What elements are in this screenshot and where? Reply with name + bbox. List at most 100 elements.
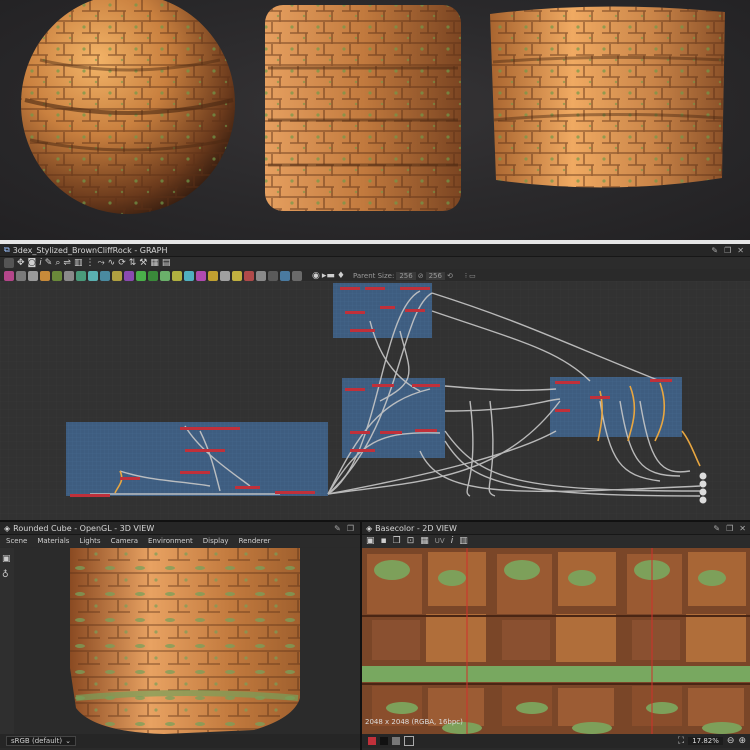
view2d-canvas[interactable]	[362, 548, 750, 734]
view2d-panel: ◈ Basecolor - 2D VIEW ✎ ❐ ✕ ▣ ▪ ❐ ⊡ ▦ UV…	[360, 520, 750, 750]
move-icon[interactable]: ✥	[17, 258, 25, 268]
cube-preview-1	[265, 5, 461, 211]
node-comment-icon[interactable]	[256, 270, 266, 281]
view3d-titlebar: ◈ Rounded Cube - OpenGL - 3D VIEW ✎ ❐	[0, 522, 360, 535]
node-transform-icon[interactable]	[100, 270, 110, 281]
view3d-float-icon[interactable]: ❐	[347, 524, 354, 533]
view3d-menubar: Scene Materials Lights Camera Environmen…	[0, 535, 360, 547]
tile-icon[interactable]: ▦	[420, 536, 429, 546]
output-icon[interactable]: ▭	[469, 272, 476, 280]
info-2d-icon[interactable]: i	[451, 536, 454, 546]
menu-environment[interactable]: Environment	[148, 537, 193, 545]
node-normal-icon[interactable]	[136, 270, 146, 281]
mic-icon[interactable]: ♦	[337, 271, 345, 281]
node-bitmap-icon[interactable]	[220, 270, 230, 281]
save-icon[interactable]: ▪	[381, 536, 387, 546]
layers-icon[interactable]	[368, 737, 376, 745]
comment-icon[interactable]: ✎	[45, 258, 53, 268]
view3d-viewport[interactable]	[14, 548, 360, 736]
colorspace-select[interactable]: sRGB (default) ⌄	[6, 736, 76, 746]
view2d-pin-icon[interactable]: ✎	[713, 524, 720, 533]
node-grayscale-icon[interactable]	[124, 270, 134, 281]
slider-icon[interactable]: ▸▬	[322, 271, 335, 281]
node-blur-icon[interactable]	[76, 270, 86, 281]
bg-gray-icon[interactable]	[392, 737, 400, 745]
rock-preview-svg	[21, 0, 725, 214]
view3d-title: Rounded Cube - OpenGL - 3D VIEW	[13, 523, 155, 533]
node-output-icon[interactable]	[244, 270, 254, 281]
zoom-in-icon[interactable]: ⊕	[738, 736, 746, 746]
menu-lights[interactable]: Lights	[79, 537, 100, 545]
node-shuffle-icon[interactable]	[148, 270, 158, 281]
view2d-titlebar: ◈ Basecolor - 2D VIEW ✎ ❐ ✕	[362, 522, 750, 535]
node-gradient-icon[interactable]	[112, 270, 122, 281]
node-frame-icon[interactable]	[268, 270, 278, 281]
node-pixel-processor-icon[interactable]	[184, 270, 194, 281]
node-curve-icon[interactable]	[40, 270, 50, 281]
parent-size-height[interactable]: 256	[425, 271, 445, 280]
frame-view-icon[interactable]: ▣	[366, 536, 375, 546]
bg-black-icon[interactable]	[380, 737, 388, 745]
info-icon[interactable]: i	[39, 258, 42, 268]
view3d-statusbar: sRGB (default) ⌄	[0, 734, 360, 748]
node-pin-icon[interactable]	[280, 270, 290, 281]
seed-icon[interactable]: ⁝	[465, 272, 467, 280]
chart-icon[interactable]: ▤	[162, 258, 171, 268]
distribute-icon[interactable]: ⋮	[85, 258, 94, 268]
tools-icon[interactable]: ⚒	[139, 258, 147, 268]
node-fxmap-icon[interactable]	[172, 270, 182, 281]
view2d-close-icon[interactable]: ✕	[739, 524, 746, 533]
display-icon[interactable]	[404, 736, 414, 746]
light-bulb-icon[interactable]: ♁	[2, 570, 12, 580]
sort-icon[interactable]: ⇅	[129, 258, 137, 268]
search-icon[interactable]: ⌕	[55, 258, 60, 268]
histogram-icon[interactable]: ▥	[459, 536, 468, 546]
pin-icon[interactable]: ✎	[711, 246, 718, 255]
menu-renderer[interactable]: Renderer	[239, 537, 271, 545]
graph-frame-right[interactable]	[550, 377, 682, 437]
node-input-icon[interactable]	[232, 270, 242, 281]
float-icon[interactable]: ❐	[724, 246, 731, 255]
zoom-level[interactable]: 17.82%	[688, 737, 723, 745]
node-svg-icon[interactable]	[196, 270, 206, 281]
menu-materials[interactable]: Materials	[37, 537, 69, 545]
node-text-icon[interactable]	[208, 270, 218, 281]
node-dot-icon[interactable]	[292, 270, 302, 281]
node-hsl-icon[interactable]	[52, 270, 62, 281]
connect-icon[interactable]: ⤳	[97, 258, 104, 268]
refresh-icon[interactable]: ⟳	[118, 258, 126, 268]
close-icon[interactable]: ✕	[737, 246, 744, 255]
menu-camera[interactable]: Camera	[111, 537, 138, 545]
parent-size-width[interactable]: 256	[396, 271, 416, 280]
node-warp-icon[interactable]	[88, 270, 98, 281]
reset-icon[interactable]: ⟲	[447, 272, 453, 280]
node-emboss-icon[interactable]	[64, 270, 74, 281]
menu-display[interactable]: Display	[203, 537, 229, 545]
node-uniform-icon[interactable]	[4, 270, 14, 281]
camera-icon[interactable]: ◙	[28, 258, 37, 268]
node-blend-icon[interactable]	[16, 270, 26, 281]
node-levels-icon[interactable]	[28, 270, 38, 281]
graph-canvas[interactable]	[0, 281, 750, 520]
view3d-pin-icon[interactable]: ✎	[334, 524, 341, 533]
menu-scene[interactable]: Scene	[6, 537, 27, 545]
curve-icon[interactable]: ∿	[108, 258, 116, 268]
material-preview-renders	[0, 0, 750, 240]
view2d-statusbar: ⛶ 17.82% ⊖ ⊕	[362, 734, 750, 748]
link-icon[interactable]: ⇌	[63, 258, 71, 268]
graph-frame-left[interactable]	[66, 422, 328, 496]
eye-icon[interactable]: ◉	[312, 271, 320, 281]
frame-icon[interactable]	[4, 258, 14, 268]
fit-icon[interactable]: ⊡	[407, 536, 415, 546]
node-sharpen-icon[interactable]	[160, 270, 170, 281]
align-icon[interactable]: ▥	[74, 258, 83, 268]
view2d-toolbar: ▣ ▪ ❐ ⊡ ▦ UV i ▥	[362, 535, 750, 547]
copy-icon[interactable]: ❐	[393, 536, 401, 546]
view2d-float-icon[interactable]: ❐	[726, 524, 733, 533]
video-camera-icon[interactable]: ▣	[2, 554, 12, 564]
graph-icon[interactable]: ▦	[150, 258, 159, 268]
zoom-out-icon[interactable]: ⊖	[727, 736, 735, 746]
uv-label[interactable]: UV	[435, 537, 445, 545]
zoom-fit-icon[interactable]: ⛶	[678, 736, 684, 746]
lock-icon[interactable]: ⊘	[418, 272, 424, 280]
